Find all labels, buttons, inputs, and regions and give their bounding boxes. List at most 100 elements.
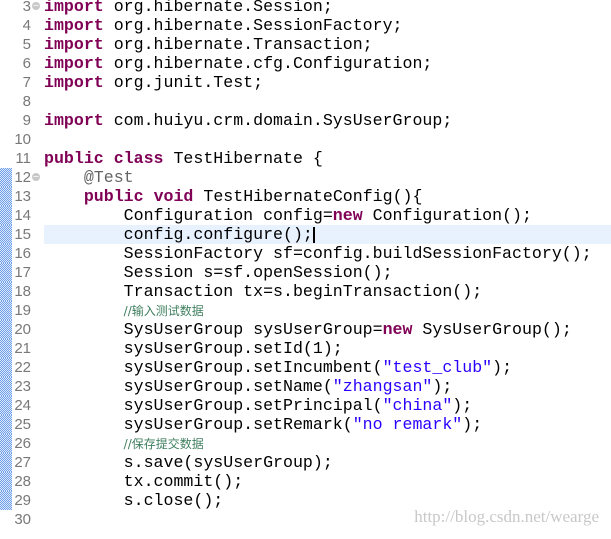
line-number: 18: [14, 283, 31, 300]
line-number: 26: [14, 435, 31, 452]
code-token: Transaction tx=s.beginTransaction();: [44, 282, 483, 301]
line-gutter: 3−: [0, 0, 42, 16]
code-line[interactable]: 11 public class TestHibernate {: [0, 149, 611, 168]
line-number: 17: [14, 264, 31, 281]
code-line[interactable]: 6 import org.hibernate.cfg.Configuration;: [0, 54, 611, 73]
line-gutter: 13: [0, 187, 42, 206]
annotation: @Test: [83, 168, 134, 187]
code-token: config.configure();: [44, 225, 313, 244]
line-number: 21: [14, 340, 31, 357]
code-text: Session s=sf.openSession();: [44, 263, 611, 282]
code-line[interactable]: 27 s.save(sysUserGroup);: [0, 453, 611, 472]
line-number: 24: [14, 397, 31, 414]
line-gutter: 25: [0, 415, 42, 434]
line-number: 20: [14, 321, 31, 338]
code-token: SysUserGroup sysUserGroup=: [44, 320, 383, 339]
code-token: SysUserGroup();: [412, 320, 572, 339]
code-editor[interactable]: 3− import org.hibernate.Session; 4 import o…: [0, 0, 611, 529]
change-marker: [0, 339, 12, 358]
code-token: org.hibernate.Session;: [103, 0, 333, 16]
fold-collapse-icon[interactable]: −: [32, 173, 40, 181]
line-number: 15: [14, 226, 31, 243]
code-line[interactable]: 3− import org.hibernate.Session;: [0, 0, 611, 16]
code-line[interactable]: 18 Transaction tx=s.beginTransaction();: [0, 282, 611, 301]
code-line[interactable]: 4 import org.hibernate.SessionFactory;: [0, 16, 611, 35]
code-line[interactable]: 12− @Test: [0, 168, 611, 187]
code-line[interactable]: 24 sysUserGroup.setPrincipal("china");: [0, 396, 611, 415]
line-gutter: 21: [0, 339, 42, 358]
line-number: 4: [22, 17, 31, 34]
string-literal: "china": [382, 396, 453, 415]
line-gutter: 15: [0, 225, 42, 244]
line-gutter: 20: [0, 320, 42, 339]
code-line[interactable]: 13 public void TestHibernateConfig(){: [0, 187, 611, 206]
code-token: s.close();: [44, 491, 224, 510]
code-line[interactable]: 22 sysUserGroup.setIncumbent("test_club"…: [0, 358, 611, 377]
code-text: import org.hibernate.SessionFactory;: [44, 16, 611, 35]
comment: //输入测试数据: [123, 304, 204, 318]
code-token: org.hibernate.cfg.Configuration;: [103, 54, 433, 73]
line-gutter: 19: [0, 301, 42, 320]
keyword: void: [153, 187, 194, 206]
string-literal: "test_club": [382, 358, 493, 377]
code-line[interactable]: 25 sysUserGroup.setRemark("no remark");: [0, 415, 611, 434]
line-number: 14: [14, 207, 31, 224]
change-marker: [0, 168, 12, 187]
code-line[interactable]: 5 import org.hibernate.Transaction;: [0, 35, 611, 54]
code-text: sysUserGroup.setPrincipal("china");: [44, 396, 611, 415]
change-marker: [0, 244, 12, 263]
code-text: import org.hibernate.Transaction;: [44, 35, 611, 54]
code-line[interactable]: 14 Configuration config=new Configuratio…: [0, 206, 611, 225]
line-number: 19: [14, 302, 31, 319]
code-token: s.save(sysUserGroup);: [44, 453, 333, 472]
code-line[interactable]: 28 tx.commit();: [0, 472, 611, 491]
code-line[interactable]: 8: [0, 92, 611, 111]
code-text: SysUserGroup sysUserGroup=new SysUserGro…: [44, 320, 611, 339]
line-gutter: 28: [0, 472, 42, 491]
code-line[interactable]: 20 SysUserGroup sysUserGroup=new SysUser…: [0, 320, 611, 339]
line-gutter: 18: [0, 282, 42, 301]
code-line[interactable]: 26 //保存提交数据: [0, 434, 611, 453]
code-text: //保存提交数据: [44, 434, 611, 453]
code-text: config.configure();: [44, 225, 611, 244]
code-token: );: [452, 396, 473, 415]
code-token: Configuration config=: [44, 206, 333, 225]
line-gutter: 4: [0, 16, 42, 35]
line-number: 16: [14, 245, 31, 262]
string-literal: "zhangsan": [332, 377, 433, 396]
change-marker: [0, 415, 12, 434]
line-gutter: 14: [0, 206, 42, 225]
keyword: new: [332, 206, 363, 225]
line-gutter: 26: [0, 434, 42, 453]
code-text: sysUserGroup.setId(1);: [44, 339, 611, 358]
line-gutter: 16: [0, 244, 42, 263]
code-line[interactable]: 7 import org.junit.Test;: [0, 73, 611, 92]
code-line[interactable]: 10: [0, 130, 611, 149]
code-token: );: [462, 415, 483, 434]
code-line[interactable]: 17 Session s=sf.openSession();: [0, 263, 611, 282]
code-line[interactable]: 19 //输入测试数据: [0, 301, 611, 320]
code-text: //输入测试数据: [44, 301, 611, 320]
line-number: 22: [14, 359, 31, 376]
change-marker: [0, 263, 12, 282]
change-marker: [0, 377, 12, 396]
line-gutter: 24: [0, 396, 42, 415]
line-gutter: 23: [0, 377, 42, 396]
code-text: import org.junit.Test;: [44, 73, 611, 92]
code-line[interactable]: 21 sysUserGroup.setId(1);: [0, 339, 611, 358]
fold-collapse-icon[interactable]: −: [32, 2, 40, 10]
line-number: 8: [22, 93, 31, 110]
line-gutter: 8: [0, 92, 42, 111]
code-text: s.save(sysUserGroup);: [44, 453, 611, 472]
code-line[interactable]: 15 config.configure();: [0, 225, 611, 244]
code-token: org.junit.Test;: [103, 73, 264, 92]
code-line[interactable]: 23 sysUserGroup.setName("zhangsan");: [0, 377, 611, 396]
line-gutter: 12−: [0, 168, 42, 187]
code-line[interactable]: 16 SessionFactory sf=config.buildSession…: [0, 244, 611, 263]
code-line[interactable]: 9 import com.huiyu.crm.domain.SysUserGrou…: [0, 111, 611, 130]
keyword: import: [44, 73, 104, 92]
